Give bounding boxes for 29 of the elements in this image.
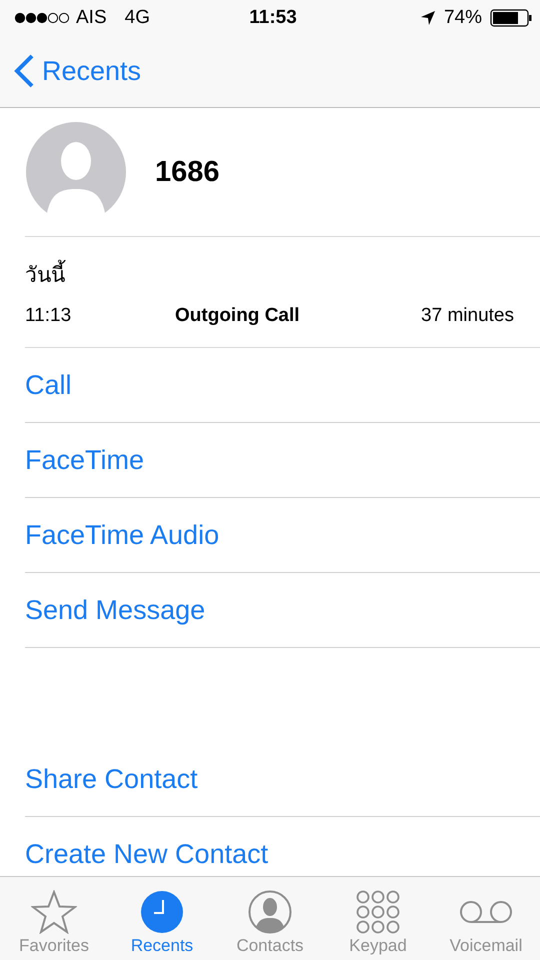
action-link[interactable]: FaceTime <box>25 423 540 498</box>
call-time: 11:13 <box>25 304 72 326</box>
network-label: 4G <box>124 6 150 28</box>
battery-percent: 74% <box>444 6 482 28</box>
action-link[interactable]: Call <box>25 348 540 423</box>
action-link[interactable]: Send Message <box>25 573 540 648</box>
carrier-label: AIS <box>76 6 107 28</box>
tab-item[interactable]: Favorites <box>0 877 108 960</box>
contact-icon <box>248 890 292 934</box>
location-icon <box>420 10 436 26</box>
tab-item[interactable]: Voicemail <box>432 877 540 960</box>
clock-icon <box>140 890 184 934</box>
star-icon <box>31 890 77 934</box>
avatar-icon <box>25 121 127 223</box>
call-duration: 37 minutes <box>421 304 514 326</box>
chevron-left-icon <box>14 54 34 88</box>
clock-time: 11:53 <box>249 6 297 28</box>
date-label: วันนี้ <box>25 258 540 290</box>
call-type: Outgoing Call <box>175 304 301 326</box>
battery-icon <box>490 8 532 26</box>
tab-item[interactable]: Recents <box>108 877 216 960</box>
signal-icon <box>14 12 70 24</box>
keypad-icon <box>356 890 400 934</box>
contact-name: 1686 <box>155 156 220 188</box>
action-link[interactable]: Share Contact <box>25 742 540 817</box>
back-button[interactable]: Recents <box>14 54 142 88</box>
tab-item[interactable]: Contacts <box>216 877 324 960</box>
tab-item[interactable]: Keypad <box>324 877 432 960</box>
action-link[interactable]: FaceTime Audio <box>25 498 540 573</box>
